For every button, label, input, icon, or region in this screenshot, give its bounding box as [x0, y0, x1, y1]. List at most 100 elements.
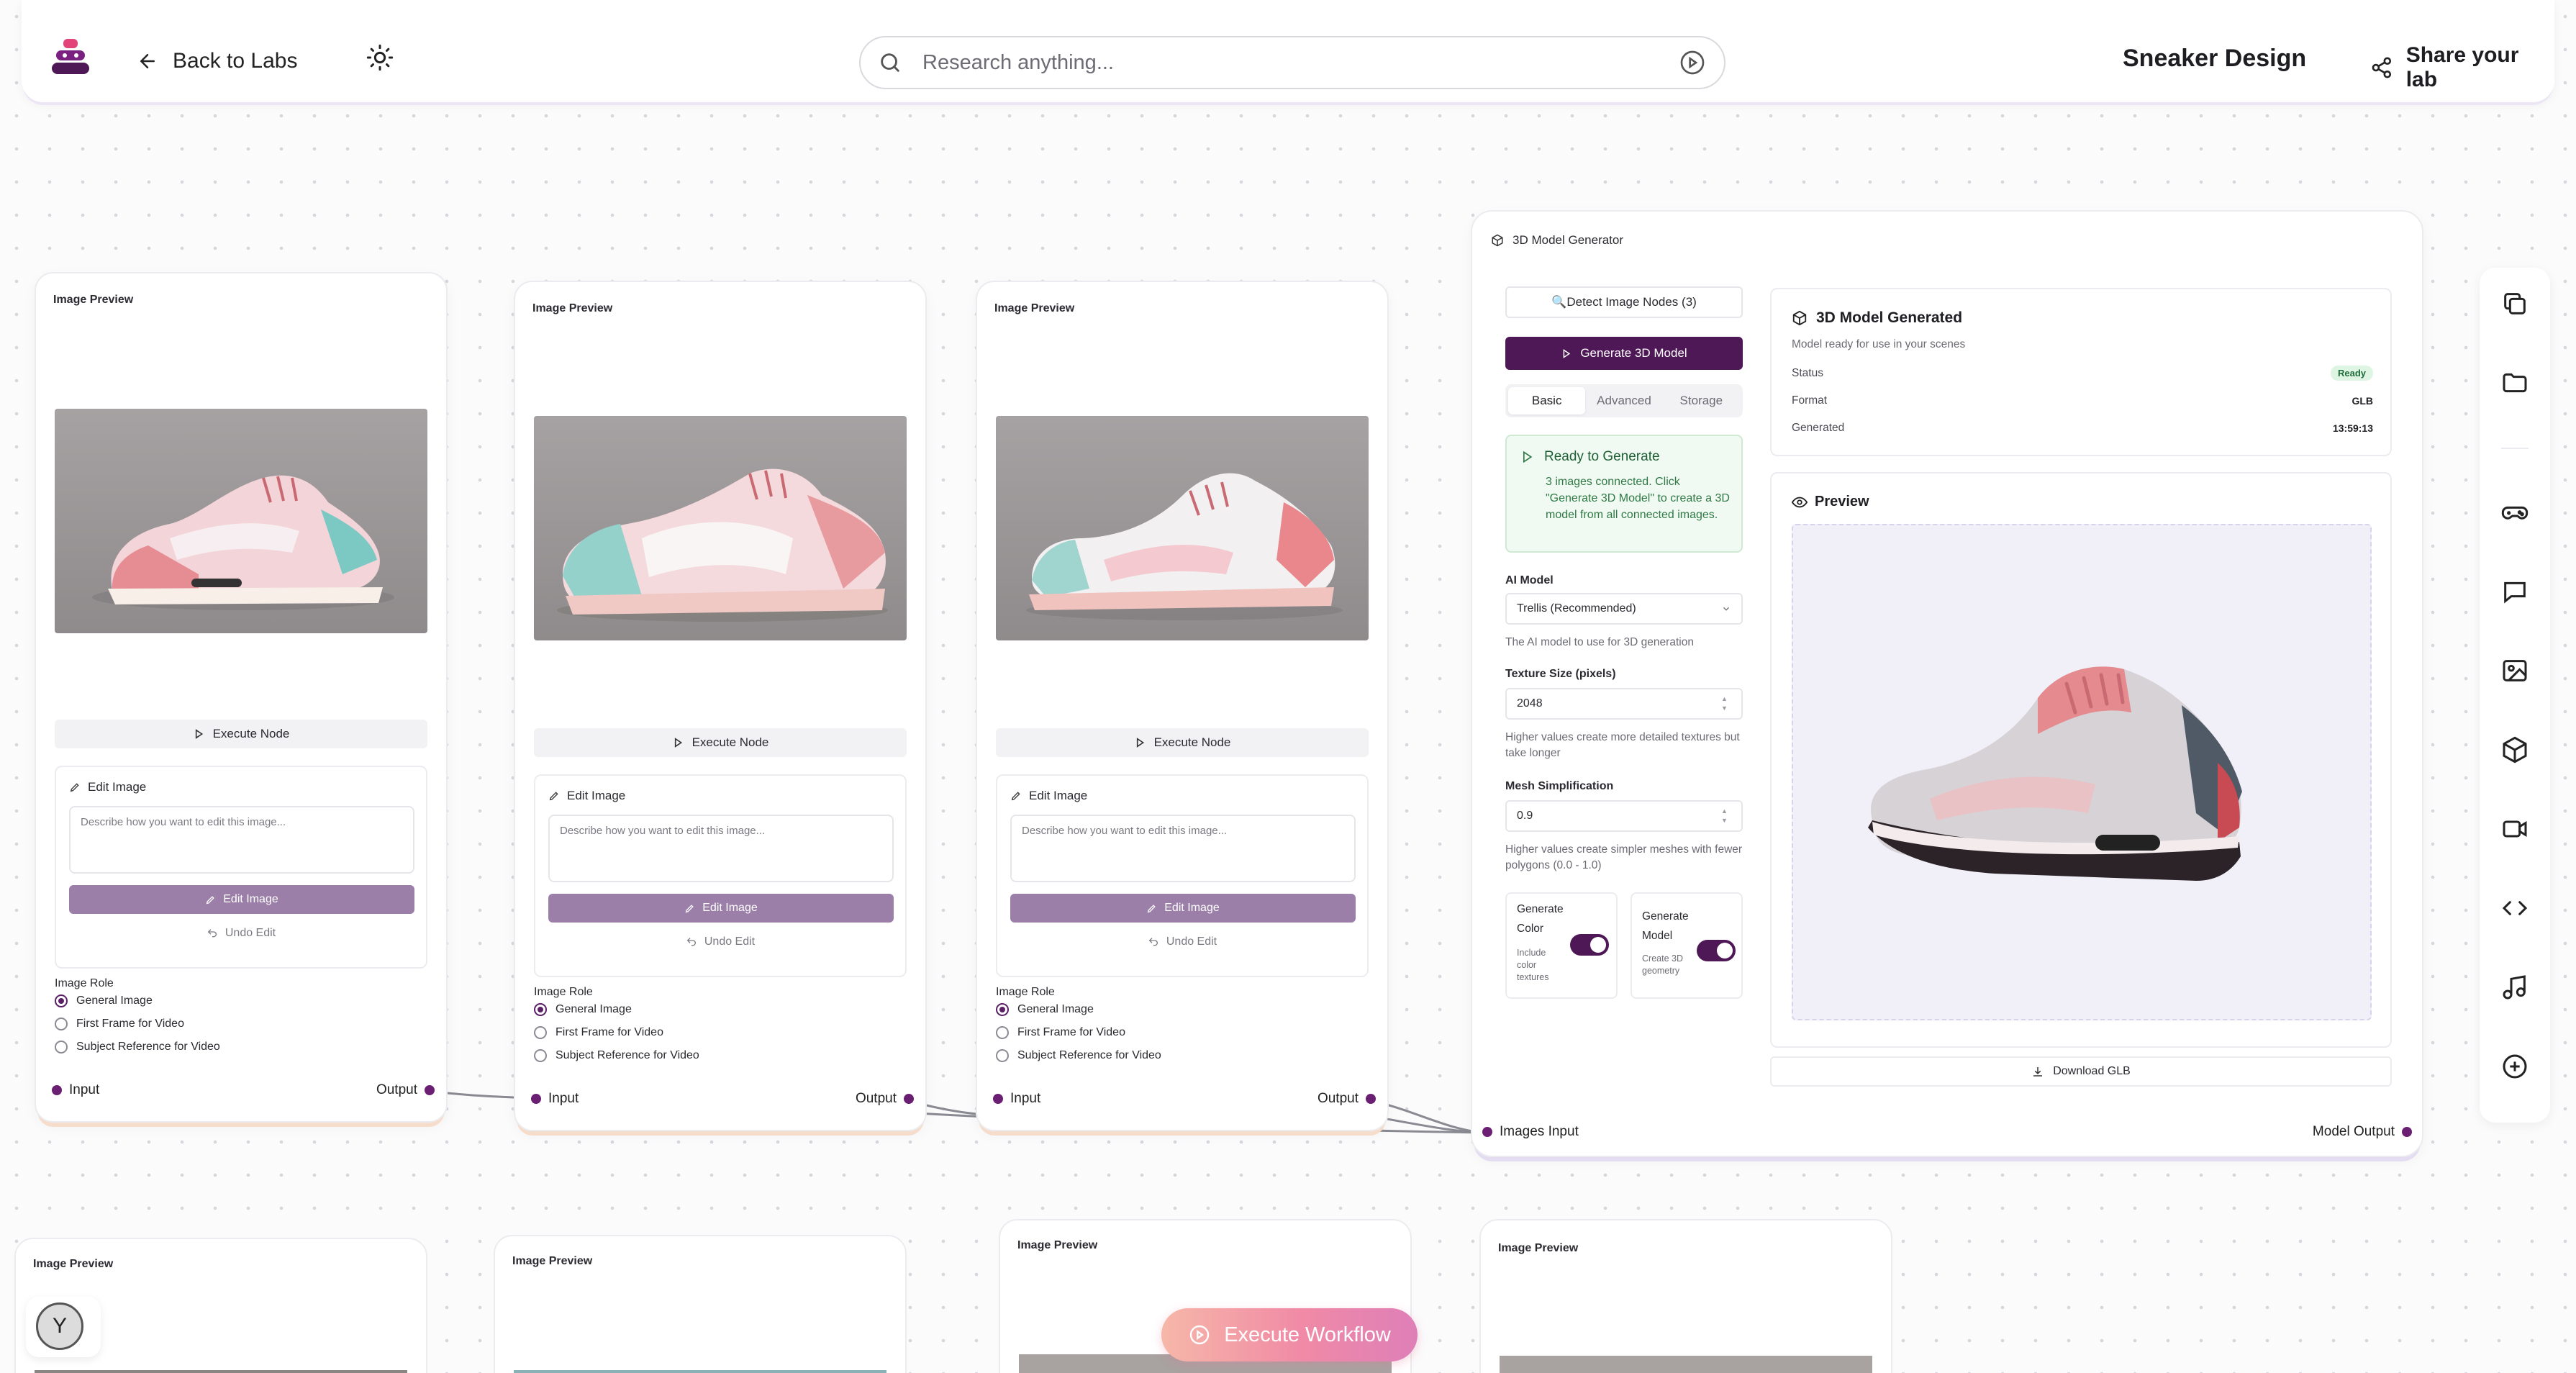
code-icon[interactable] — [2500, 894, 2529, 923]
edit-image-button[interactable]: Edit Image — [69, 885, 414, 914]
image-strip — [35, 1370, 407, 1373]
image-preview-node-1[interactable]: Image Preview Execute Node Edit Image De… — [35, 272, 448, 1123]
copy-icon[interactable] — [2500, 289, 2529, 318]
output-port[interactable]: Output — [376, 1082, 435, 1098]
image-preview-node-6[interactable]: Image Preview — [494, 1235, 907, 1373]
role-option-first-frame[interactable]: First Frame for Video — [996, 1026, 1125, 1039]
play-icon — [195, 729, 203, 739]
download-glb-button[interactable]: Download GLB — [1770, 1056, 2392, 1087]
port-dot[interactable] — [2402, 1127, 2412, 1137]
edit-prompt-textarea[interactable]: Describe how you want to edit this image… — [548, 815, 894, 882]
video-icon[interactable] — [2500, 815, 2529, 843]
port-dot[interactable] — [425, 1085, 435, 1095]
execute-node-button[interactable]: Execute Node — [55, 720, 427, 748]
cube-icon[interactable] — [2500, 735, 2529, 764]
input-port[interactable]: Input — [993, 1091, 1040, 1107]
image-icon[interactable] — [2500, 656, 2529, 685]
role-option-general[interactable]: General Image — [534, 1003, 632, 1016]
port-label: Output — [855, 1091, 897, 1106]
role-option-first-frame[interactable]: First Frame for Video — [55, 1018, 184, 1030]
generate-label: Generate 3D Model — [1580, 346, 1687, 360]
image-preview-node-3[interactable]: Image Preview Execute Node Edit Image De… — [976, 281, 1389, 1131]
execute-node-button[interactable]: Execute Node — [534, 728, 907, 757]
sneaker-image — [55, 409, 427, 633]
gamepad-icon[interactable] — [2500, 498, 2529, 527]
radio[interactable] — [534, 1026, 547, 1039]
app-logo-icon[interactable] — [50, 39, 91, 76]
radio[interactable] — [55, 1041, 68, 1053]
detect-image-nodes-button[interactable]: 🔍Detect Image Nodes (3) — [1505, 286, 1743, 318]
3d-model-viewport[interactable] — [1792, 524, 2372, 1020]
back-to-labs-button[interactable]: Back to Labs — [137, 43, 297, 79]
edit-image-header: Edit Image — [1010, 789, 1087, 803]
number-stepper-icon[interactable]: ▲ ▼ — [1721, 696, 1731, 712]
port-dot[interactable] — [52, 1085, 62, 1095]
edit-prompt-textarea[interactable]: Describe how you want to edit this image… — [69, 806, 414, 874]
role-option-first-frame[interactable]: First Frame for Video — [534, 1026, 663, 1039]
radio-selected[interactable] — [534, 1003, 547, 1016]
user-avatar-button[interactable]: Y — [26, 1297, 101, 1357]
number-stepper-icon[interactable]: ▲ ▼ — [1721, 808, 1731, 824]
role-option-subject-reference[interactable]: Subject Reference for Video — [996, 1049, 1161, 1062]
edit-prompt-textarea[interactable]: Describe how you want to edit this image… — [1010, 815, 1356, 882]
mesh-simplification-input[interactable]: 0.9 ▲ ▼ — [1505, 800, 1743, 832]
music-icon[interactable] — [2500, 973, 2529, 1002]
radio-selected[interactable] — [55, 994, 68, 1007]
chat-icon[interactable] — [2500, 577, 2529, 606]
role-text: Subject Reference for Video — [555, 1049, 699, 1061]
port-dot[interactable] — [1366, 1094, 1376, 1104]
role-option-subject-reference[interactable]: Subject Reference for Video — [534, 1049, 699, 1062]
tab-advanced[interactable]: Advanced — [1585, 387, 1662, 414]
avatar: Y — [36, 1302, 83, 1350]
role-option-subject-reference[interactable]: Subject Reference for Video — [55, 1041, 220, 1053]
format-row: Format GLB — [1792, 394, 2373, 407]
generate-3d-model-button[interactable]: Generate 3D Model — [1505, 337, 1743, 370]
input-port[interactable]: Input — [52, 1082, 99, 1098]
output-port[interactable]: Output — [1318, 1091, 1376, 1107]
chevron-down-icon — [1723, 607, 1729, 611]
undo-edit-button[interactable]: Undo Edit — [535, 935, 905, 948]
port-dot[interactable] — [904, 1094, 914, 1104]
port-dot[interactable] — [1482, 1127, 1492, 1137]
share-lab-button[interactable]: Share your lab — [2370, 43, 2554, 92]
radio[interactable] — [996, 1026, 1009, 1039]
cube-icon — [1492, 234, 1503, 247]
edit-button-label: Edit Image — [223, 893, 278, 905]
role-option-general[interactable]: General Image — [55, 994, 153, 1007]
ready-description: 3 images connected. Click "Generate 3D M… — [1546, 476, 1730, 521]
preview-title: Preview — [1815, 494, 1869, 509]
edit-image-button[interactable]: Edit Image — [548, 894, 894, 923]
undo-edit-button[interactable]: Undo Edit — [56, 927, 426, 940]
undo-edit-button[interactable]: Undo Edit — [997, 935, 1367, 948]
radio[interactable] — [996, 1049, 1009, 1062]
role-option-general[interactable]: General Image — [996, 1003, 1094, 1016]
radio[interactable] — [55, 1018, 68, 1030]
ai-model-select[interactable]: Trellis (Recommended) — [1505, 593, 1743, 625]
image-preview-node-2[interactable]: Image Preview Execute Node Edit Image De… — [514, 281, 927, 1131]
model-output-port[interactable]: Model Output — [2313, 1124, 2412, 1140]
port-dot[interactable] — [993, 1094, 1003, 1104]
port-dot[interactable] — [531, 1094, 541, 1104]
tab-basic[interactable]: Basic — [1508, 387, 1586, 414]
tab-storage[interactable]: Storage — [1663, 387, 1740, 414]
sun-icon[interactable] — [366, 43, 402, 79]
play-circle-icon[interactable] — [1678, 48, 1707, 77]
execute-workflow-button[interactable]: Execute Workflow — [1161, 1308, 1418, 1361]
radio[interactable] — [534, 1049, 547, 1062]
folder-icon[interactable] — [2500, 368, 2529, 397]
texture-size-input[interactable]: 2048 ▲ ▼ — [1505, 688, 1743, 720]
3d-model-generator-node[interactable]: 3D Model Generator 🔍Detect Image Nodes (… — [1471, 210, 2423, 1157]
output-port[interactable]: Output — [856, 1091, 914, 1107]
execute-node-button[interactable]: Execute Node — [996, 728, 1369, 757]
radio-selected[interactable] — [996, 1003, 1009, 1016]
generate-color-switch[interactable] — [1570, 934, 1609, 956]
search-bar[interactable]: Research anything... — [859, 36, 1725, 89]
edit-image-button[interactable]: Edit Image — [1010, 894, 1356, 923]
input-port[interactable]: Input — [531, 1091, 579, 1107]
search-input[interactable]: Research anything... — [922, 51, 1678, 75]
image-preview-node-8[interactable]: Image Preview — [1479, 1219, 1892, 1373]
plus-circle-icon[interactable] — [2500, 1052, 2529, 1081]
port-label: Input — [1010, 1091, 1041, 1106]
generate-model-switch[interactable] — [1697, 940, 1736, 961]
images-input-port[interactable]: Images Input — [1482, 1124, 1579, 1140]
